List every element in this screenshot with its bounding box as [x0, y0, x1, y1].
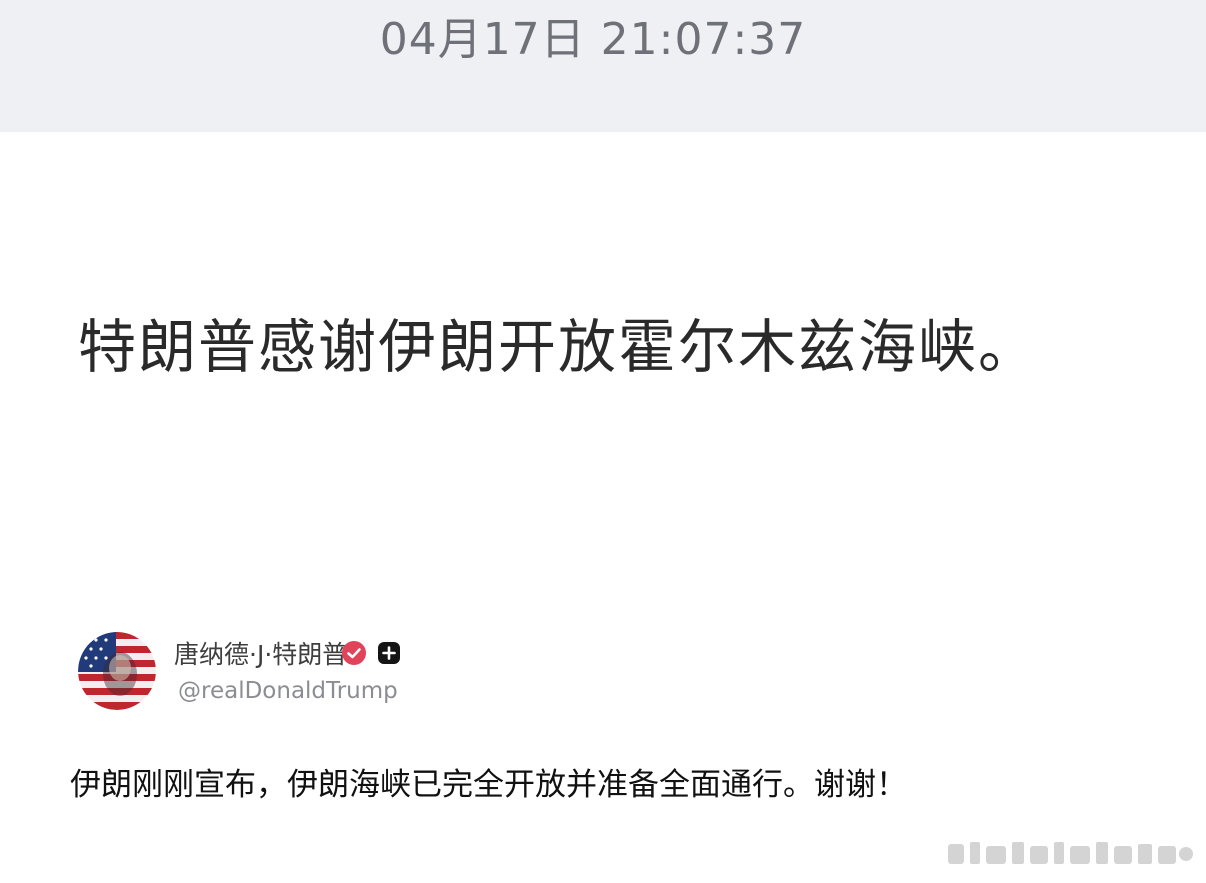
timestamp: 04月17日 21:07:37 [379, 14, 807, 65]
author-handle[interactable]: @realDonaldTrump [178, 678, 398, 704]
date-header-bar: 04月17日 21:07:37 [0, 0, 1206, 132]
watermark [940, 834, 1200, 870]
avatar[interactable] [78, 632, 156, 710]
flag-portrait-avatar-icon [78, 632, 156, 710]
author-block[interactable]: 唐纳德·J·特朗普 @realDonaldTrump [78, 632, 678, 712]
plus-badge-icon [377, 641, 401, 665]
author-name[interactable]: 唐纳德·J·特朗普 [174, 635, 347, 671]
author-name-row: 唐纳德·J·特朗普 [174, 634, 401, 672]
post-text: 伊朗刚刚宣布，伊朗海峡已完全开放并准备全面通行。谢谢！ [70, 767, 907, 803]
headline: 特朗普感谢伊朗开放霍尔木兹海峡。 [78, 313, 1039, 381]
verified-badge-icon [341, 640, 367, 666]
